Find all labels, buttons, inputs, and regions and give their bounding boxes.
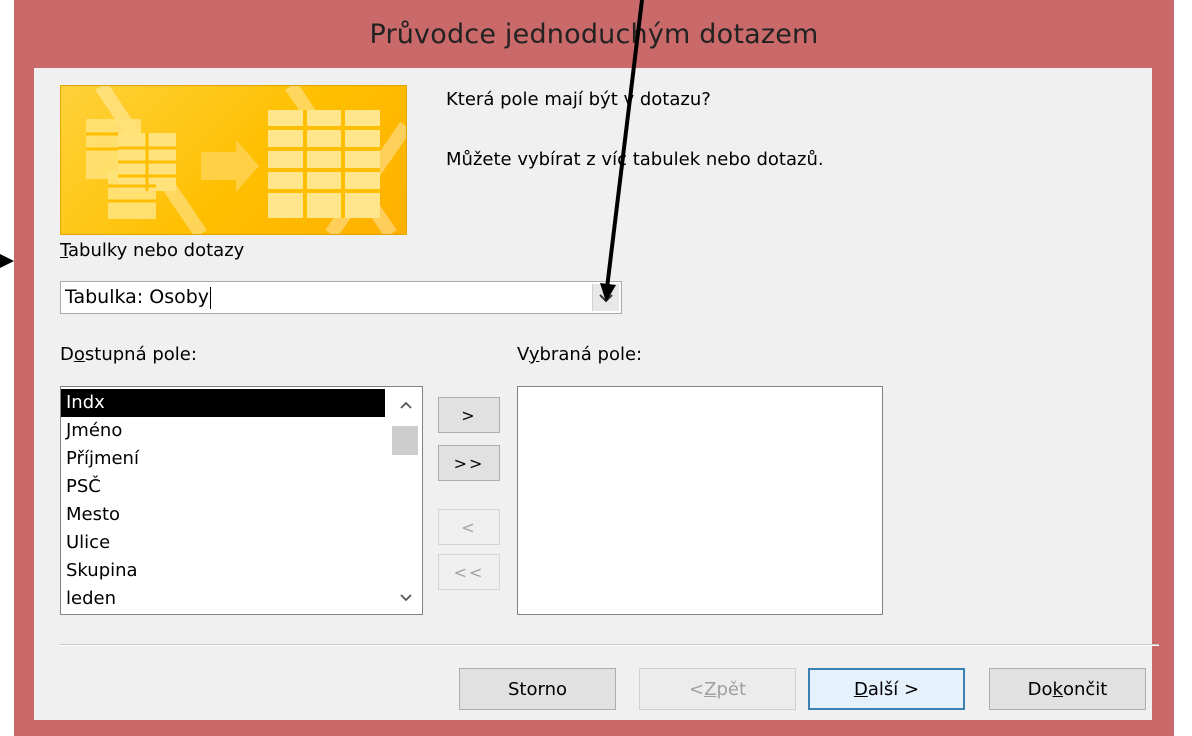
- add-all-fields-button[interactable]: >>: [438, 445, 500, 481]
- text-caret: [210, 286, 212, 309]
- chevron-down-icon: [599, 293, 613, 302]
- list-item[interactable]: PSČ: [61, 473, 385, 501]
- vertical-scrollbar[interactable]: [389, 387, 422, 614]
- list-item[interactable]: leden: [61, 585, 385, 613]
- available-fields-label: Dostupná pole:: [60, 344, 197, 365]
- list-item[interactable]: Jméno: [61, 417, 385, 445]
- remove-field-button[interactable]: <: [438, 509, 500, 545]
- table-query-illustration: [86, 86, 406, 234]
- chevron-down-icon: [399, 594, 412, 602]
- footer-divider: [60, 644, 1159, 646]
- window-title: Průvodce jednoduchým dotazem: [369, 18, 819, 50]
- intro-question: Která pole mají být v dotazu?: [446, 89, 711, 110]
- list-item[interactable]: Skupina: [61, 557, 385, 585]
- next-button[interactable]: Další >: [808, 668, 965, 710]
- wizard-window: Průvodce jednoduchým dotazem Která pole …: [14, 0, 1174, 736]
- selected-fields-label: Vybraná pole:: [517, 344, 643, 365]
- wizard-banner-image: [60, 85, 407, 235]
- list-item[interactable]: Indx: [61, 389, 385, 417]
- list-item[interactable]: Příjmení: [61, 445, 385, 473]
- wizard-body: Která pole mají být v dotazu? Můžete vyb…: [34, 68, 1159, 720]
- chevron-up-icon: [399, 401, 412, 409]
- dropdown-button[interactable]: [592, 284, 619, 311]
- scroll-down-button[interactable]: [389, 584, 422, 612]
- list-item[interactable]: Mesto: [61, 501, 385, 529]
- finish-button[interactable]: Do k ončit: [989, 668, 1146, 710]
- annotation-arrow-head: [0, 254, 14, 268]
- available-fields-list[interactable]: Indx Jméno Příjmení PSČ Mesto Ulice Skup…: [60, 386, 423, 615]
- cancel-button[interactable]: Storno: [459, 668, 616, 710]
- source-label: Tabulky nebo dotazy: [60, 240, 245, 261]
- source-combobox[interactable]: Tabulka: Osoby: [60, 281, 622, 314]
- remove-all-fields-button[interactable]: <<: [438, 554, 500, 590]
- source-combobox-value: Tabulka: Osoby: [65, 286, 212, 309]
- intro-hint: Můžete vybírat z víc tabulek nebo dotazů…: [446, 149, 824, 170]
- list-item[interactable]: Ulice: [61, 529, 385, 557]
- selected-fields-list[interactable]: [517, 386, 883, 615]
- scrollbar-thumb[interactable]: [392, 426, 418, 455]
- back-button[interactable]: < Zpět: [639, 668, 796, 710]
- add-field-button[interactable]: >: [438, 397, 500, 433]
- scroll-up-button[interactable]: [389, 391, 422, 419]
